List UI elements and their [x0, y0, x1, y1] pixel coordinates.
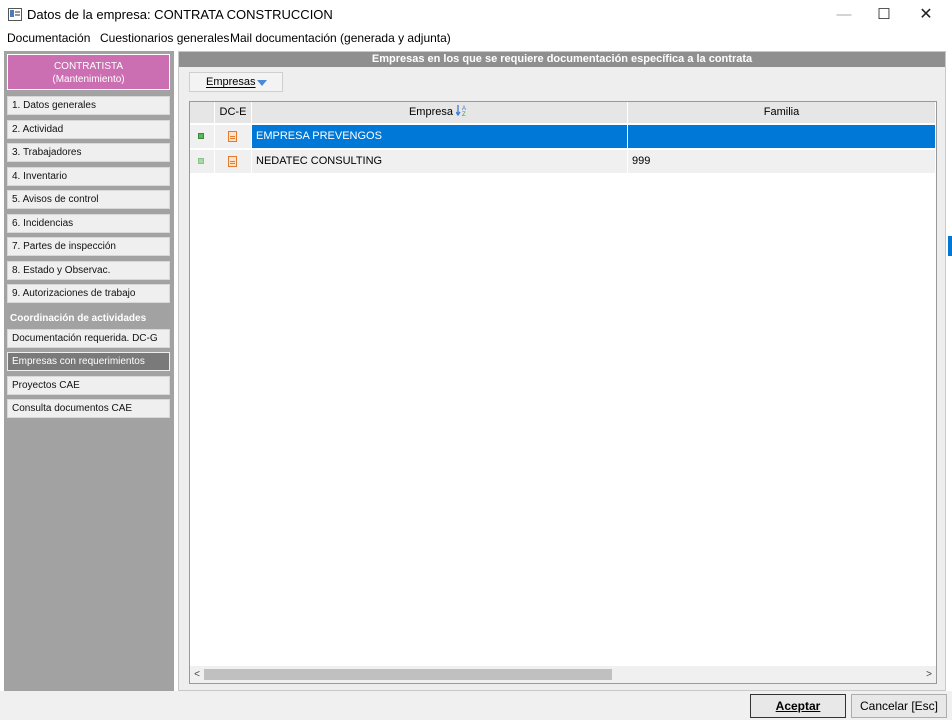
- column-header-empresa[interactable]: Empresa A Z: [252, 102, 628, 123]
- window-title: Datos de la empresa: CONTRATA CONSTRUCCI…: [27, 7, 333, 22]
- sidebar-item-avisos-control[interactable]: 5. Avisos de control: [7, 190, 170, 209]
- contratista-title: CONTRATISTA: [53, 61, 124, 72]
- sort-az-icon: A Z: [455, 105, 466, 118]
- empresa-cell[interactable]: EMPRESA PREVENGOS: [252, 125, 628, 148]
- sidebar-item-datos-generales[interactable]: 1. Datos generales: [7, 96, 170, 115]
- sidebar: CONTRATISTA (Mantenimiento) 1. Datos gen…: [4, 51, 174, 691]
- dce-cell[interactable]: [215, 125, 252, 148]
- menu-documentacion[interactable]: Documentación: [7, 31, 90, 45]
- table-row[interactable]: NEDATEC CONSULTING 999: [190, 150, 936, 173]
- menu-mail-documentacion[interactable]: Mail documentación (generada y adjunta): [230, 31, 451, 45]
- horizontal-scrollbar[interactable]: < >: [190, 666, 936, 683]
- column-header-indicator[interactable]: [190, 102, 215, 123]
- main-panel: Empresas en los que se requiere document…: [178, 51, 946, 691]
- accept-button-label: Aceptar: [775, 699, 821, 713]
- sidebar-item-trabajadores[interactable]: 3. Trabajadores: [7, 143, 170, 162]
- column-header-familia[interactable]: Familia: [628, 102, 936, 123]
- menu-bar: Documentación Cuestionarios generales Ma…: [0, 30, 952, 47]
- scroll-left-arrow-icon[interactable]: <: [190, 666, 204, 683]
- contratista-header[interactable]: CONTRATISTA (Mantenimiento): [7, 54, 170, 90]
- sidebar-section-coordinacion: Coordinación de actividades: [10, 313, 147, 324]
- sidebar-item-documentacion-requerida[interactable]: Documentación requerida. DC-G: [7, 329, 170, 348]
- row-indicator: [190, 125, 215, 148]
- bottom-bar: Aceptar Cancelar [Esc]: [0, 691, 952, 720]
- title-bar: Datos de la empresa: CONTRATA CONSTRUCCI…: [0, 0, 952, 30]
- row-indicator: [190, 150, 215, 173]
- sidebar-item-incidencias[interactable]: 6. Incidencias: [7, 214, 170, 233]
- status-square-icon: [198, 133, 204, 139]
- sidebar-item-proyectos-cae[interactable]: Proyectos CAE: [7, 376, 170, 395]
- sidebar-item-estado-observac[interactable]: 8. Estado y Observac.: [7, 261, 170, 280]
- sidebar-item-actividad[interactable]: 2. Actividad: [7, 120, 170, 139]
- document-icon: [228, 156, 237, 167]
- column-header-empresa-label: Empresa: [408, 106, 453, 118]
- close-button[interactable]: ✕: [906, 0, 946, 30]
- status-square-icon: [198, 158, 204, 164]
- column-header-dce[interactable]: DC-E: [215, 102, 252, 123]
- dce-cell[interactable]: [215, 150, 252, 173]
- minimize-button[interactable]: —: [824, 0, 864, 30]
- familia-cell[interactable]: 999: [628, 150, 936, 173]
- menu-cuestionarios[interactable]: Cuestionarios generales: [100, 31, 229, 45]
- table-row[interactable]: EMPRESA PREVENGOS: [190, 125, 936, 148]
- document-icon: [228, 131, 237, 142]
- chevron-down-icon: [257, 80, 267, 86]
- scroll-right-arrow-icon[interactable]: >: [922, 666, 936, 683]
- cancel-button[interactable]: Cancelar [Esc]: [851, 694, 947, 718]
- sidebar-item-empresas-requerimientos[interactable]: Empresas con requerimientos: [7, 352, 170, 371]
- empresas-dropdown-label: Empresas: [206, 76, 256, 88]
- familia-cell[interactable]: [628, 125, 936, 148]
- contratista-subtitle: (Mantenimiento): [52, 74, 125, 85]
- accept-button[interactable]: Aceptar: [750, 694, 846, 718]
- sidebar-item-autorizaciones[interactable]: 9. Autorizaciones de trabajo: [7, 284, 170, 303]
- maximize-button[interactable]: ☐: [864, 0, 904, 30]
- svg-text:Z: Z: [462, 112, 466, 117]
- panel-header: Empresas en los que se requiere document…: [179, 52, 945, 67]
- app-icon: [8, 8, 22, 21]
- sidebar-item-partes-inspeccion[interactable]: 7. Partes de inspección: [7, 237, 170, 256]
- empresa-cell[interactable]: NEDATEC CONSULTING: [252, 150, 628, 173]
- sidebar-item-consulta-documentos[interactable]: Consulta documentos CAE: [7, 399, 170, 418]
- edge-indicator: [948, 236, 952, 256]
- scrollbar-thumb[interactable]: [204, 669, 612, 680]
- empresas-grid[interactable]: DC-E Empresa A Z Familia EMPRESA PREVENG…: [189, 101, 937, 684]
- empresas-dropdown-button[interactable]: Empresas: [189, 72, 283, 92]
- sidebar-item-inventario[interactable]: 4. Inventario: [7, 167, 170, 186]
